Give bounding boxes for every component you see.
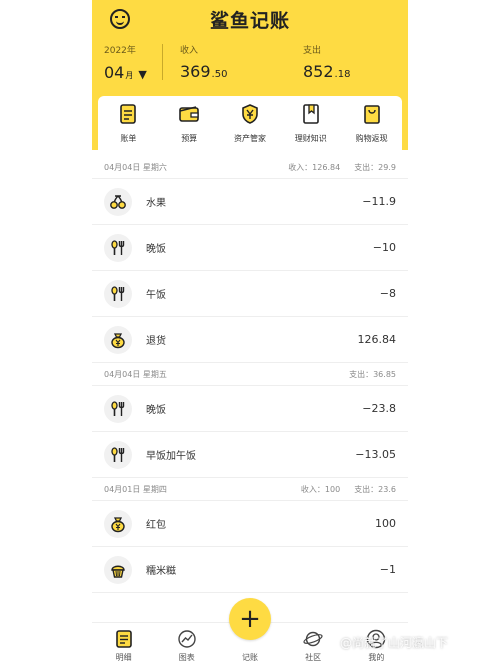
nav-label: 明细 xyxy=(115,653,132,662)
trend-chart-icon xyxy=(177,629,197,649)
transaction-amount: −10 xyxy=(372,241,396,254)
day-header: 04月04日 星期六 收入：126.84 支出：29.9 xyxy=(92,156,408,178)
add-record-button[interactable]: + xyxy=(229,598,271,640)
day-date: 04月04日 星期六 xyxy=(104,162,167,172)
bookmark-book-icon xyxy=(300,103,322,125)
fork-spoon-icon xyxy=(104,394,132,423)
income-label: 收入 xyxy=(180,46,199,56)
shortcut-assets[interactable]: 资产管家 xyxy=(222,103,278,156)
income-amount: 369 .50 xyxy=(180,62,228,81)
shortcut-label: 预算 xyxy=(181,134,198,143)
transaction-row[interactable]: 糯米糍 −1 xyxy=(92,547,408,593)
day-date: 04月01日 星期四 xyxy=(104,484,167,494)
transaction-name: 午饭 xyxy=(146,290,166,301)
transaction-row[interactable]: 水果 −11.9 xyxy=(92,179,408,225)
month-selector[interactable]: 04 月 ▼ xyxy=(104,63,147,82)
shield-yen-icon xyxy=(239,103,261,125)
wallet-icon xyxy=(178,103,200,125)
app-title: 鲨鱼记账 xyxy=(209,10,290,32)
day-expense: 支出：29.9 xyxy=(354,162,396,172)
day-totals: 收入：126.84 支出：29.9 xyxy=(288,162,396,173)
cupcake-icon xyxy=(104,555,132,584)
money-bag-icon xyxy=(104,325,132,354)
transaction-row[interactable]: 红包 100 xyxy=(92,501,408,547)
month-number: 04 xyxy=(104,63,125,82)
day-header: 04月04日 星期五 支出：36.85 xyxy=(92,363,408,385)
shortcut-cashback[interactable]: 购物返现 xyxy=(344,103,400,156)
day-totals: 支出：36.85 xyxy=(335,369,396,380)
day-expense: 支出：23.6 xyxy=(354,484,396,494)
transaction-amount: −1 xyxy=(379,563,396,576)
transaction-name: 糯米糍 xyxy=(146,566,176,577)
transaction-amount: −13.05 xyxy=(355,448,396,461)
shortcut-budget[interactable]: 预算 xyxy=(161,103,217,156)
shortcut-label: 理财知识 xyxy=(294,134,327,143)
day-header: 04月01日 星期四 收入：100 支出：23.6 xyxy=(92,478,408,500)
transaction-row[interactable]: 晚饭 −10 xyxy=(92,225,408,271)
cherry-icon xyxy=(104,187,132,216)
transaction-name: 水果 xyxy=(146,198,166,209)
day-totals: 收入：100 支出：23.6 xyxy=(301,484,396,495)
nav-community[interactable]: 社区 xyxy=(288,629,338,663)
fork-spoon-icon xyxy=(104,233,132,262)
month-unit: 月 xyxy=(125,71,134,80)
transaction-amount: 126.84 xyxy=(357,333,397,346)
shortcut-label: 购物返现 xyxy=(355,134,388,143)
day-income: 收入：126.84 xyxy=(288,162,341,172)
year-label: 2022年 xyxy=(104,46,136,56)
expense-amount: 852 .18 xyxy=(303,62,351,81)
transaction-amount: −8 xyxy=(379,287,396,300)
nav-details[interactable]: 明细 xyxy=(99,629,149,663)
transaction-row[interactable]: 晚饭 −23.8 xyxy=(92,386,408,432)
transaction-row[interactable]: 退货 126.84 xyxy=(92,317,408,363)
planet-icon xyxy=(303,629,323,649)
bill-icon xyxy=(117,103,139,125)
caret-down-icon: ▼ xyxy=(138,68,147,81)
nav-charts[interactable]: 图表 xyxy=(162,629,212,663)
shortcut-card: 账单 预算 资产管家 理财知识 购物返现 xyxy=(98,96,402,156)
nav-label: 我的 xyxy=(368,653,385,662)
transaction-amount: −11.9 xyxy=(362,195,396,208)
divider xyxy=(162,44,163,80)
app-screen: 鲨鱼记账 2022年 收入 支出 04 月 ▼ 369 .50 852 .18 … xyxy=(92,0,408,666)
transaction-row[interactable]: 午饭 −8 xyxy=(92,271,408,317)
nav-label: 图表 xyxy=(178,653,195,662)
record-label: 记账 xyxy=(242,653,258,662)
transaction-amount: 100 xyxy=(375,517,396,530)
transaction-list: 04月04日 星期六 收入：126.84 支出：29.9 水果 −11.9 晚饭… xyxy=(92,156,408,593)
day-date: 04月04日 星期五 xyxy=(104,369,167,379)
transaction-name: 红包 xyxy=(146,520,166,531)
shopping-bag-icon xyxy=(361,103,383,125)
transaction-name: 早饭加午饭 xyxy=(146,451,196,462)
watermark: @尚就了山河瀛山下 xyxy=(340,636,449,650)
details-icon xyxy=(114,629,134,649)
shortcut-label: 资产管家 xyxy=(233,134,266,143)
transaction-name: 晚饭 xyxy=(146,405,166,416)
transaction-amount: −23.8 xyxy=(362,402,396,415)
shortcut-knowledge[interactable]: 理财知识 xyxy=(283,103,339,156)
red-packet-icon xyxy=(104,509,132,538)
shortcut-label: 账单 xyxy=(120,134,137,143)
day-income: 收入：100 xyxy=(300,484,341,494)
day-expense: 支出：36.85 xyxy=(349,369,396,379)
expense-label: 支出 xyxy=(303,46,322,56)
nav-label: 社区 xyxy=(305,653,322,662)
transaction-name: 退货 xyxy=(146,336,166,347)
transaction-name: 晚饭 xyxy=(146,244,166,255)
fork-spoon-icon xyxy=(104,440,132,469)
fork-spoon-icon xyxy=(104,279,132,308)
shortcut-bill[interactable]: 账单 xyxy=(100,103,156,156)
transaction-row[interactable]: 早饭加午饭 −13.05 xyxy=(92,432,408,478)
